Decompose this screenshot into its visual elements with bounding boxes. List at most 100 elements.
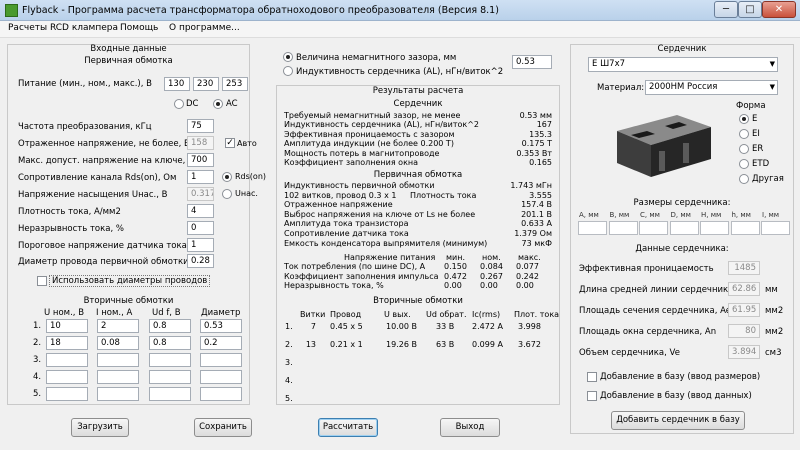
dim-cell[interactable] — [639, 221, 668, 235]
gap-input[interactable]: 0.53 — [512, 55, 552, 69]
an-field: 80 — [728, 324, 760, 338]
dim-cell[interactable] — [608, 221, 638, 235]
dc-radio[interactable] — [174, 99, 184, 109]
sec-i-input[interactable] — [97, 387, 139, 401]
rds-input[interactable]: 1 — [187, 170, 214, 184]
result-label: Эффективная проницаемость с зазором — [284, 129, 455, 139]
sec-res-hdr-uout: U вых. — [384, 310, 411, 319]
maxv-label: Макс. допуст. напряжение на ключе, В — [18, 156, 194, 166]
sec-ud-input[interactable] — [149, 353, 191, 367]
threshold-input[interactable]: 1 — [187, 238, 214, 252]
results-secondary-title: Вторичные обмотки — [373, 296, 463, 306]
menu-help[interactable]: Помощь — [120, 23, 158, 33]
menu-about[interactable]: О программе... — [169, 23, 240, 33]
sec-u-input[interactable] — [46, 353, 88, 367]
rds-option-label: Rds(on) — [235, 172, 267, 181]
form-radio-ei[interactable] — [739, 129, 749, 139]
supply-label: Питание (мин., ном., макс.), В — [18, 79, 152, 89]
dim-cell[interactable] — [730, 221, 760, 235]
result-value: 3.555 — [529, 190, 552, 200]
use-diameters-checkbox[interactable] — [37, 276, 47, 286]
sec-res-uout: 19.26 В — [386, 340, 417, 349]
sec-i-input[interactable]: 2 — [97, 319, 139, 333]
sec-u-input[interactable]: 10 — [46, 319, 88, 333]
sec-u-input[interactable] — [46, 370, 88, 384]
dim-cell[interactable] — [578, 221, 607, 235]
close-button[interactable]: ✕ — [762, 1, 796, 18]
jdensity-input[interactable]: 4 — [187, 204, 214, 218]
al-radio[interactable] — [283, 66, 293, 76]
le-field: 62.86 — [728, 282, 760, 296]
sec-diam-input[interactable]: 0.2 — [200, 336, 242, 350]
material-select[interactable]: 2000НМ Россия ▼ — [645, 80, 778, 95]
sec-res-hdr-ic: Ic(rms) — [472, 310, 501, 319]
dim-cell[interactable] — [669, 221, 699, 235]
sec-diam-input[interactable] — [200, 353, 242, 367]
minimize-button[interactable]: ─ — [714, 1, 738, 18]
reflected-input[interactable]: 158 — [187, 136, 214, 150]
rds-label: Сопротивление канала Rds(on), Ом — [18, 173, 177, 183]
sec-header-u: U ном., В — [44, 308, 85, 318]
form-radio-etd[interactable] — [739, 159, 749, 169]
form-label-e: E — [752, 114, 758, 124]
sec-u-input[interactable]: 18 — [46, 336, 88, 350]
menu-rcd[interactable]: Расчеты RCD клампера — [8, 23, 118, 33]
core-type-select[interactable]: Е Ш7х7 ▼ — [588, 57, 778, 72]
supply-max-input[interactable]: 253 — [222, 77, 248, 91]
sec-i-input[interactable]: 0.08 — [97, 336, 139, 350]
core-panel-title: Сердечник — [657, 44, 707, 54]
material-value: 2000НМ Россия — [649, 82, 718, 92]
dim-col-header: D, мм — [670, 211, 691, 219]
reflected-label: Отраженное напряжение, не более, В — [18, 139, 190, 149]
ac-radio[interactable] — [213, 99, 223, 109]
gap-radio[interactable] — [283, 52, 293, 62]
threshold-label: Пороговое напряжение датчика тока, В — [18, 241, 199, 251]
sec-ud-input[interactable] — [149, 370, 191, 384]
sec-res-turns: 7 — [310, 322, 316, 331]
save-button[interactable]: Сохранить — [194, 418, 252, 437]
result-value: 73 мкФ — [521, 238, 552, 248]
sec-res-wire: 0.21 x 1 — [330, 340, 363, 349]
supply-min-input[interactable]: 130 — [164, 77, 190, 91]
sec-ud-input[interactable] — [149, 387, 191, 401]
add-core-button[interactable]: Добавить сердечник в базу — [611, 411, 745, 430]
sec-diam-input[interactable] — [200, 387, 242, 401]
result-label: Амплитуда индукции (не более 0.200 Т) — [284, 139, 454, 149]
sec-res-turns: 13 — [305, 340, 316, 349]
maximize-button[interactable]: □ — [738, 1, 762, 18]
exit-button[interactable]: Выход — [440, 418, 500, 437]
supply-min-value: 0.472 — [444, 271, 467, 281]
form-radio-другая[interactable] — [739, 174, 749, 184]
sec-diam-input[interactable]: 0.53 — [200, 319, 242, 333]
rds-radio[interactable] — [222, 172, 232, 182]
dim-cell[interactable] — [700, 221, 729, 235]
sec-res-ud: 33 В — [436, 322, 455, 331]
usat-input[interactable]: 0.317 — [187, 187, 214, 201]
sec-diam-input[interactable] — [200, 370, 242, 384]
app-icon — [5, 4, 18, 17]
use-diameters-label[interactable]: Использовать диаметры проводов — [49, 275, 211, 287]
results-core-title: Сердечник — [393, 99, 443, 109]
sec-ud-input[interactable]: 0.8 — [149, 336, 191, 350]
calculate-button[interactable]: Рассчитать — [318, 418, 378, 437]
sec-i-input[interactable] — [97, 353, 139, 367]
maxv-input[interactable]: 700 — [187, 153, 214, 167]
form-radio-e[interactable] — [739, 114, 749, 124]
dim-cell[interactable] — [761, 221, 790, 235]
wire-input[interactable]: 0.28 — [187, 254, 214, 268]
add-dims-checkbox[interactable] — [587, 372, 597, 382]
sec-ud-input[interactable]: 0.8 — [149, 319, 191, 333]
sec-i-input[interactable] — [97, 370, 139, 384]
usat-radio[interactable] — [222, 189, 232, 199]
discont-input[interactable]: 0 — [187, 221, 214, 235]
auto-checkbox[interactable]: ✓ — [225, 138, 235, 148]
freq-input[interactable]: 75 — [187, 119, 214, 133]
sec-u-input[interactable] — [46, 387, 88, 401]
supply-hdr-nom: ном. — [482, 253, 501, 262]
sec-res-number: 1. — [285, 322, 293, 331]
load-button[interactable]: Загрузить — [71, 418, 129, 437]
add-data-checkbox[interactable] — [587, 391, 597, 401]
supply-row-label: Неразрывность тока, % — [284, 281, 384, 291]
supply-nom-input[interactable]: 230 — [193, 77, 219, 91]
form-radio-er[interactable] — [739, 144, 749, 154]
